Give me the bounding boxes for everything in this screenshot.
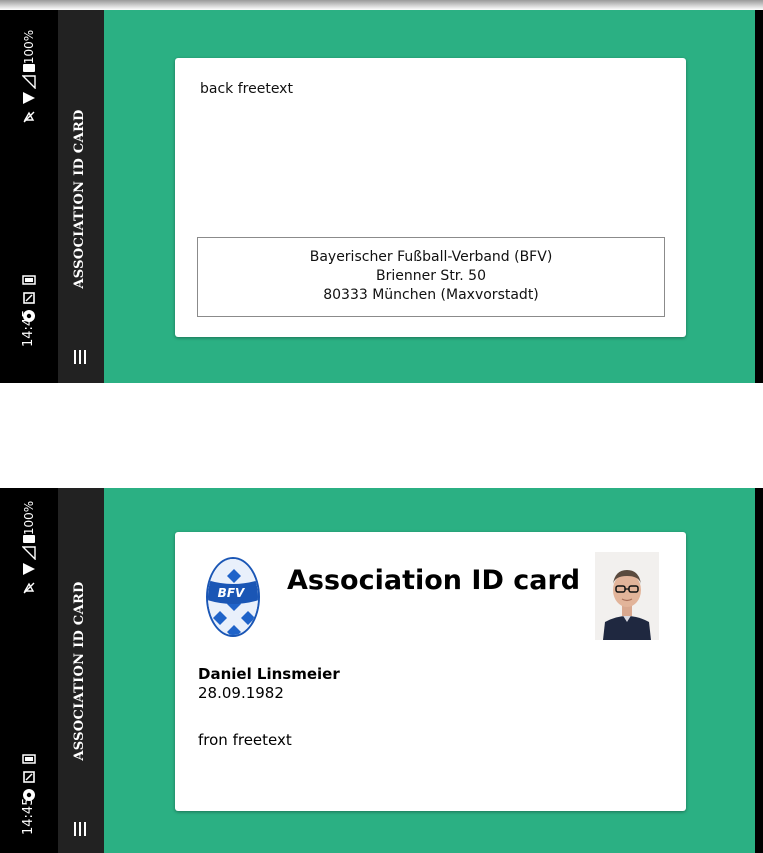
- front-freetext: fron freetext: [198, 731, 292, 749]
- id-card-back: back freetext Bayerischer Fußball-Verban…: [175, 58, 686, 337]
- app-bar: ASSOCIATION ID CARD: [58, 10, 104, 383]
- card-title: Association ID card: [287, 565, 581, 596]
- bfv-logo: BFV: [204, 555, 262, 639]
- status-bar: 14:45 100%: [0, 488, 58, 853]
- member-birth-date: 28.09.1982: [198, 684, 284, 702]
- frame-shadow: [0, 0, 763, 10]
- signal-icon: [21, 75, 36, 90]
- app-bar: ASSOCIATION ID CARD: [58, 488, 104, 853]
- address-line-3: 80333 München (Maxvorstadt): [323, 287, 539, 303]
- status-bar: 14:45 100%: [0, 10, 58, 383]
- menu-icon[interactable]: [74, 350, 88, 364]
- screen-card-back: 14:45 100% ASSOCIATION ID CARD back free…: [0, 10, 763, 383]
- screenshot-icon: [22, 291, 36, 305]
- battery-level: 100%: [22, 500, 36, 536]
- notification-dot-icon: [22, 309, 36, 323]
- bfv-logo-text: BFV: [218, 586, 246, 600]
- member-photo: [595, 552, 659, 640]
- menu-icon[interactable]: [74, 822, 88, 836]
- content-area: back freetext Bayerischer Fußball-Verban…: [104, 10, 755, 383]
- screen-edge: [755, 10, 763, 383]
- battery-level: 100%: [22, 29, 36, 65]
- back-freetext: back freetext: [200, 81, 293, 97]
- id-card-front: BFV Association ID card Daniel Linsmeier…: [175, 532, 686, 811]
- battery-saver-icon: [22, 752, 36, 766]
- content-area: BFV Association ID card Daniel Linsmeier…: [104, 488, 755, 853]
- notification-dot-icon: [22, 788, 36, 802]
- status-time: 14:45: [21, 797, 36, 835]
- screen-card-front: 14:45 100% ASSOCIATION ID CARD BFV Assoc…: [0, 488, 763, 853]
- mute-icon: [22, 110, 36, 124]
- app-title: ASSOCIATION ID CARD: [72, 109, 87, 289]
- address-line-2: Brienner Str. 50: [376, 268, 486, 284]
- mute-icon: [22, 581, 36, 595]
- association-address-box: Bayerischer Fußball-Verband (BFV) Brienn…: [197, 237, 665, 317]
- screenshot-icon: [22, 770, 36, 784]
- app-title: ASSOCIATION ID CARD: [72, 581, 87, 761]
- wifi-icon: [22, 91, 36, 105]
- member-name: Daniel Linsmeier: [198, 665, 340, 683]
- wifi-icon: [22, 562, 36, 576]
- battery-saver-icon: [22, 273, 36, 287]
- address-line-1: Bayerischer Fußball-Verband (BFV): [309, 249, 553, 265]
- signal-icon: [21, 546, 36, 561]
- screen-edge: [755, 488, 763, 853]
